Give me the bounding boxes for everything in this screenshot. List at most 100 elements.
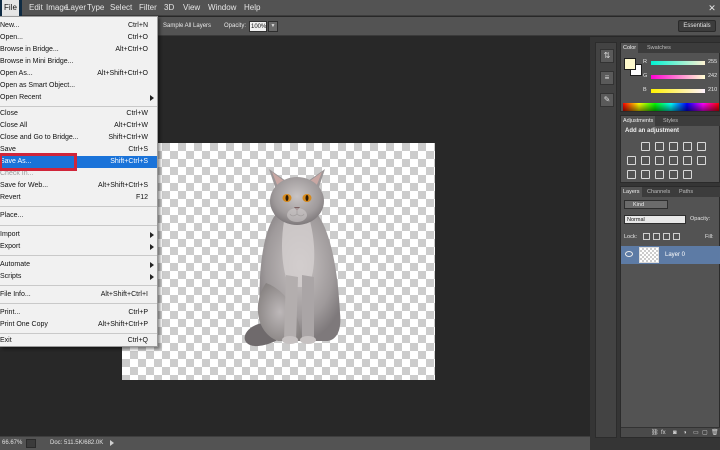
layer-name[interactable]: Layer 0 <box>665 246 685 264</box>
opacity-label: Opacity: <box>224 23 247 29</box>
menu-item-open[interactable]: Open... Ctrl+O <box>0 32 157 44</box>
fx-icon[interactable]: fx <box>661 430 666 436</box>
menu-edit[interactable]: Edit <box>27 0 45 16</box>
layer-thumbnail[interactable] <box>639 247 659 263</box>
menu-item-browse-bridge[interactable]: Browse in Bridge... Alt+Ctrl+O <box>0 44 157 56</box>
menu-item-print[interactable]: Print... Ctrl+P <box>0 307 157 319</box>
posterize-icon[interactable] <box>641 170 650 179</box>
menu-file[interactable]: File <box>2 0 19 16</box>
menu-item-place[interactable]: Place... <box>0 210 157 222</box>
layer-filter-kind-select[interactable]: Kind <box>624 200 668 209</box>
fill-label: Fill: <box>705 234 714 240</box>
menu-separator <box>0 303 157 304</box>
threshold-icon[interactable] <box>655 170 664 179</box>
new-layer-icon[interactable]: ▢ <box>702 430 708 436</box>
tab-swatches[interactable]: Swatches <box>645 43 673 53</box>
menu-item-save-for-web[interactable]: Save for Web... Alt+Shift+Ctrl+S <box>0 180 157 192</box>
menu-view[interactable]: View <box>181 0 202 16</box>
tab-paths[interactable]: Paths <box>677 187 695 197</box>
color-lookup-icon[interactable] <box>697 156 706 165</box>
status-menu-arrow-icon[interactable] <box>110 440 114 446</box>
zoom-box-icon[interactable] <box>26 439 36 448</box>
trash-icon[interactable]: 🗑 <box>711 430 719 436</box>
hue-saturation-icon[interactable] <box>627 156 636 165</box>
color-balance-icon[interactable] <box>641 156 650 165</box>
menu-item-browse-mini-bridge[interactable]: Browse in Mini Bridge... <box>0 56 157 68</box>
layers-panel: Layers Channels Paths Kind Normal Opacit… <box>620 186 720 438</box>
menu-window[interactable]: Window <box>206 0 238 16</box>
properties-icon[interactable]: ≡ <box>600 71 614 85</box>
lock-position-icon[interactable] <box>663 233 670 240</box>
layer-row[interactable]: Layer 0 <box>621 246 720 264</box>
menu-select[interactable]: Select <box>108 0 134 16</box>
brush-preset-icon[interactable]: ✎ <box>600 93 614 107</box>
opacity-dropdown-icon[interactable]: ▼ <box>268 21 278 32</box>
menu-item-automate[interactable]: Automate <box>0 259 157 271</box>
channel-b-value[interactable]: 210 <box>708 87 717 93</box>
menu-filter[interactable]: Filter <box>137 0 159 16</box>
menu-separator <box>0 333 157 334</box>
photo-filter-icon[interactable] <box>669 156 678 165</box>
history-icon[interactable]: ⇅ <box>600 49 614 63</box>
channel-r-value[interactable]: 255 <box>708 59 717 65</box>
menu-item-close-go-bridge[interactable]: Close and Go to Bridge... Shift+Ctrl+W <box>0 132 157 144</box>
gradient-map-icon[interactable] <box>683 170 692 179</box>
channel-r-slider[interactable] <box>651 61 705 65</box>
menu-separator <box>0 206 157 207</box>
menu-item-close[interactable]: Close Ctrl+W <box>0 108 157 120</box>
mask-icon[interactable]: ◙ <box>673 430 677 436</box>
menu-item-new[interactable]: New... Ctrl+N <box>0 20 157 32</box>
visibility-eye-icon[interactable] <box>625 251 633 257</box>
lock-transparent-icon[interactable] <box>643 233 650 240</box>
channel-b-slider[interactable] <box>651 89 705 93</box>
close-window-icon[interactable]: ✕ <box>704 0 720 16</box>
menu-item-scripts[interactable]: Scripts <box>0 271 157 283</box>
menu-item-open-recent[interactable]: Open Recent <box>0 92 157 104</box>
menu-type[interactable]: Type <box>85 0 106 16</box>
foreground-color-swatch[interactable] <box>624 58 636 70</box>
channel-mixer-icon[interactable] <box>683 156 692 165</box>
brightness-contrast-icon[interactable] <box>641 142 650 151</box>
adjustments-panel-tabs: Adjustments Styles <box>621 116 720 126</box>
channel-g-value[interactable]: 242 <box>708 73 717 79</box>
blend-mode-select[interactable]: Normal <box>624 215 686 224</box>
workspace-switcher[interactable]: Essentials <box>678 20 716 32</box>
tab-layers[interactable]: Layers <box>621 187 642 197</box>
exposure-icon[interactable] <box>683 142 692 151</box>
layers-panel-footer: ⛓ fx ◙ ◑ ▭ ▢ 🗑 <box>621 427 720 437</box>
curves-icon[interactable] <box>669 142 678 151</box>
menu-help[interactable]: Help <box>242 0 262 16</box>
invert-icon[interactable] <box>627 170 636 179</box>
channel-g-slider[interactable] <box>651 75 705 79</box>
menu-item-exit[interactable]: Exit Ctrl+Q <box>0 335 157 347</box>
color-spectrum[interactable] <box>623 103 719 111</box>
menu-item-file-info[interactable]: File Info... Alt+Shift+Ctrl+I <box>0 289 157 301</box>
vibrance-icon[interactable] <box>697 142 706 151</box>
menu-item-revert[interactable]: Revert F12 <box>0 192 157 204</box>
tab-adjustments[interactable]: Adjustments <box>621 116 656 126</box>
tab-color[interactable]: Color <box>621 43 639 53</box>
document-info[interactable]: Doc: 511.5K/682.0K <box>50 437 103 450</box>
lock-image-icon[interactable] <box>653 233 660 240</box>
folder-icon[interactable]: ▭ <box>693 430 699 436</box>
black-white-icon[interactable] <box>655 156 664 165</box>
adjustment-icon[interactable]: ◑ <box>683 430 687 436</box>
lock-all-icon[interactable] <box>673 233 680 240</box>
menu-item-close-all[interactable]: Close All Alt+Ctrl+W <box>0 120 157 132</box>
menu-item-open-as[interactable]: Open As... Alt+Shift+Ctrl+O <box>0 68 157 80</box>
menu-3d[interactable]: 3D <box>162 0 176 16</box>
menu-item-open-smart-object[interactable]: Open as Smart Object... <box>0 80 157 92</box>
tab-styles[interactable]: Styles <box>661 116 680 126</box>
menu-item-print-one-copy[interactable]: Print One Copy Alt+Shift+Ctrl+P <box>0 319 157 331</box>
selective-color-icon[interactable] <box>669 170 678 179</box>
levels-icon[interactable] <box>655 142 664 151</box>
document-canvas[interactable] <box>122 143 435 380</box>
zoom-level[interactable]: 66.67% <box>2 437 22 450</box>
tab-channels[interactable]: Channels <box>645 187 672 197</box>
link-icon[interactable]: ⛓ <box>651 430 659 436</box>
opacity-input[interactable]: 100% <box>249 21 267 32</box>
menu-separator <box>0 285 157 286</box>
menu-item-import[interactable]: Import <box>0 229 157 241</box>
sample-all-layers-checkbox[interactable]: Sample All Layers <box>163 17 211 36</box>
menu-item-export[interactable]: Export <box>0 241 157 253</box>
